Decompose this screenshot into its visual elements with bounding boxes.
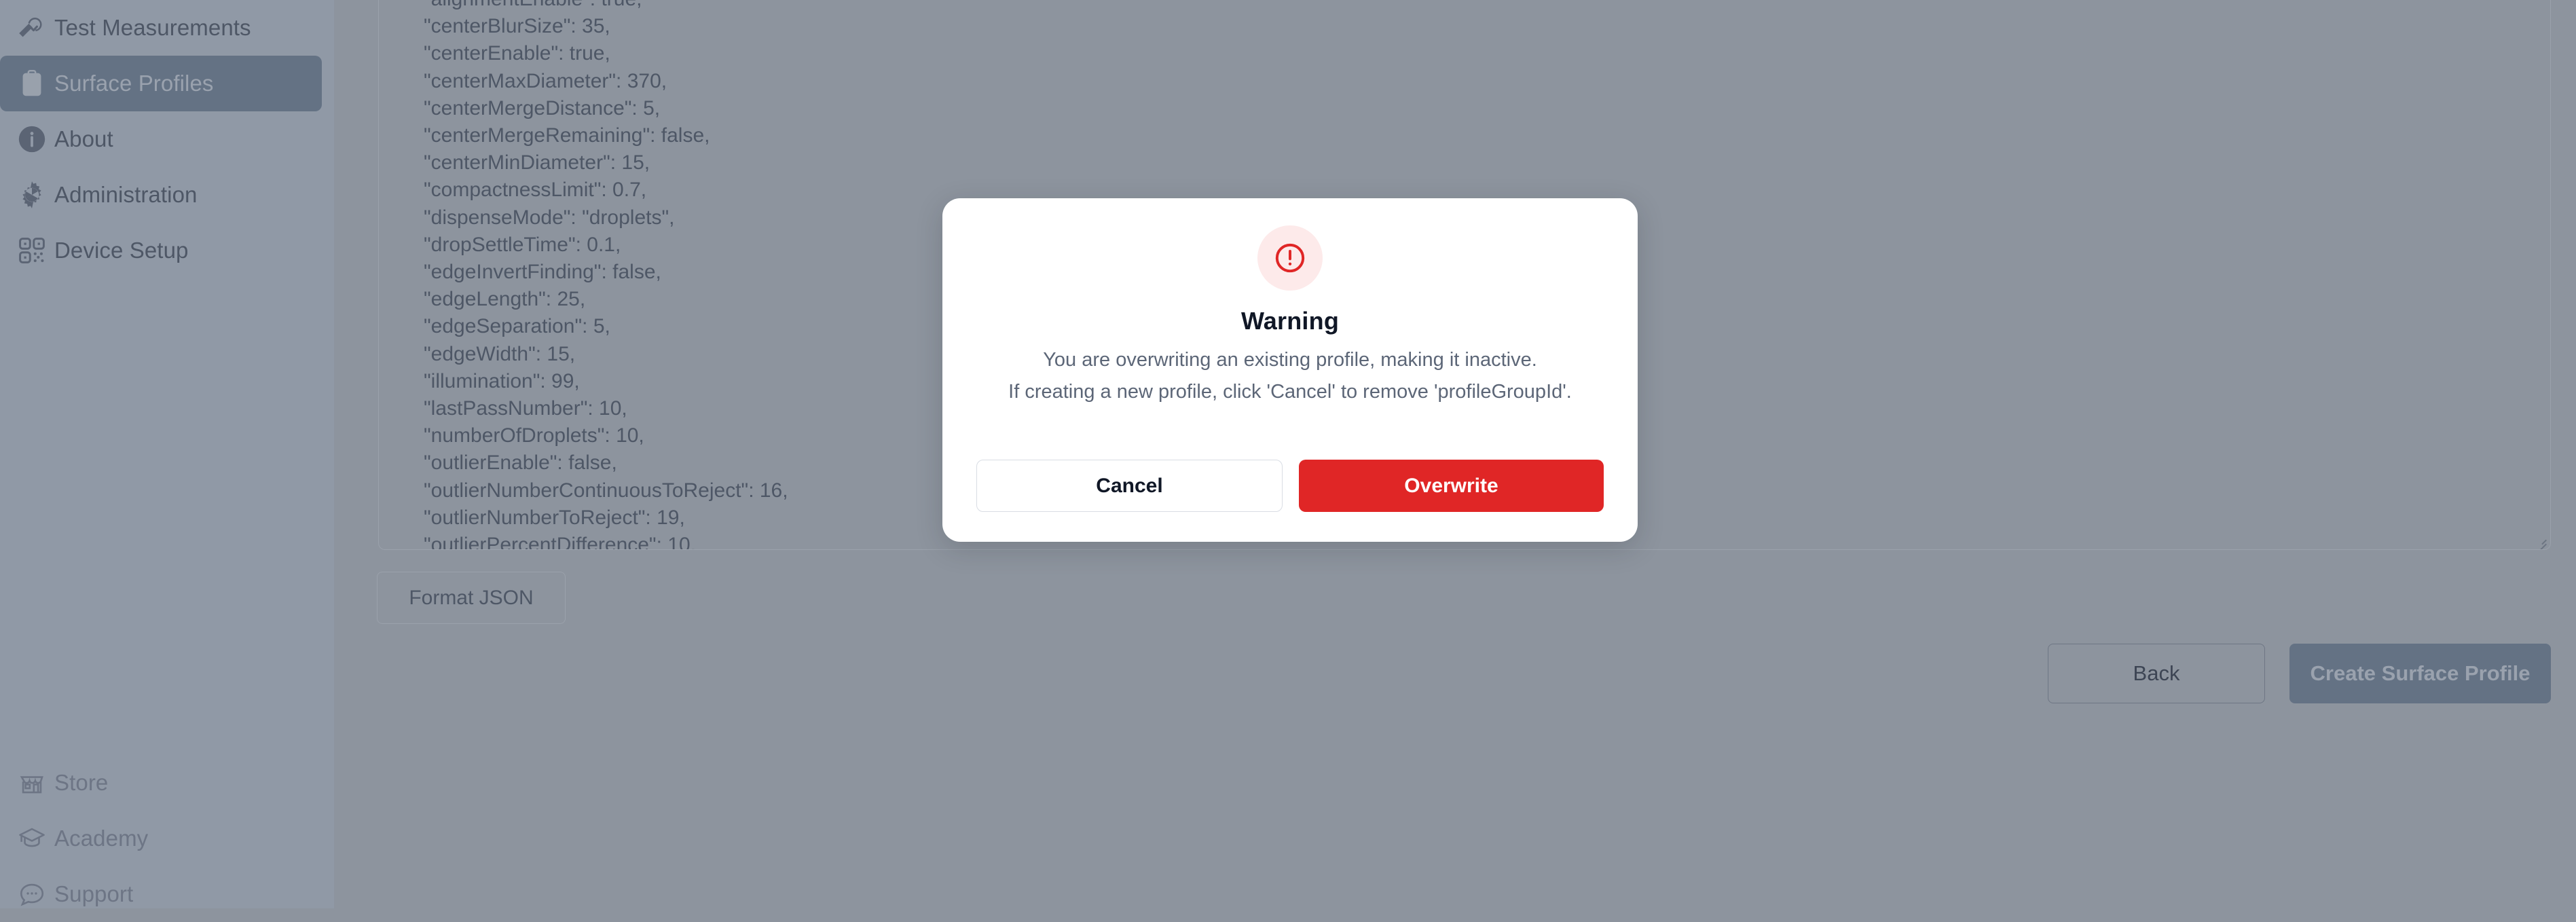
cancel-button[interactable]: Cancel: [976, 460, 1283, 512]
dialog-title: Warning: [1241, 307, 1339, 335]
dialog-actions: Cancel Overwrite: [976, 460, 1604, 512]
dialog-message-line-1: You are overwriting an existing profile,…: [1043, 349, 1537, 371]
overwrite-label: Overwrite: [1404, 475, 1498, 498]
alert-circle-icon: [1257, 225, 1323, 291]
modal-overlay[interactable]: Warning You are overwriting an existing …: [0, 0, 2576, 908]
cancel-label: Cancel: [1096, 475, 1162, 498]
overwrite-button[interactable]: Overwrite: [1299, 460, 1604, 512]
dialog-message-line-2: If creating a new profile, click 'Cancel…: [1008, 381, 1572, 403]
warning-dialog: Warning You are overwriting an existing …: [942, 198, 1638, 542]
